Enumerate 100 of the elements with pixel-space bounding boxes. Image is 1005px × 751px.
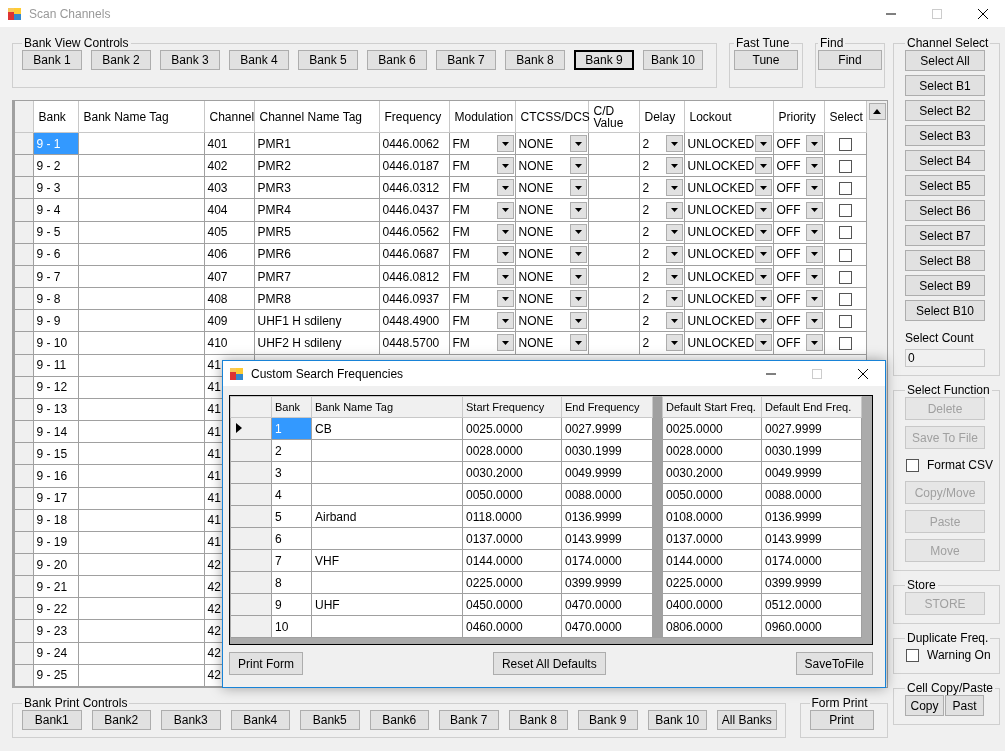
- dropdown-button[interactable]: [569, 157, 587, 175]
- select-button[interactable]: Select B3: [905, 125, 985, 146]
- select-button[interactable]: Select B9: [905, 275, 985, 296]
- column-header[interactable]: Bank: [33, 101, 78, 133]
- dropdown-button[interactable]: [805, 223, 823, 241]
- dropdown-button[interactable]: [665, 334, 683, 352]
- dropdown-button[interactable]: [569, 223, 587, 241]
- copy-paste-button[interactable]: Copy: [905, 695, 944, 716]
- dropdown-button[interactable]: [805, 179, 823, 197]
- dropdown-button[interactable]: [665, 201, 683, 219]
- bank-button[interactable]: Bank 1: [22, 50, 82, 70]
- dropdown-button[interactable]: [496, 157, 514, 175]
- select-button[interactable]: Select B8: [905, 250, 985, 271]
- print-bank-button[interactable]: All Banks: [717, 710, 777, 730]
- dialog-button[interactable]: Reset All Defaults: [492, 652, 606, 675]
- bank-button[interactable]: Bank 5: [298, 50, 358, 70]
- select-button[interactable]: Select B7: [905, 225, 985, 246]
- checkbox[interactable]: [838, 292, 852, 306]
- checkbox[interactable]: [838, 137, 852, 151]
- close-icon[interactable]: [977, 7, 989, 20]
- bank-button[interactable]: Bank 7: [436, 50, 496, 70]
- dropdown-button[interactable]: [496, 334, 514, 352]
- dropdown-button[interactable]: [569, 312, 587, 330]
- dropdown-button[interactable]: [665, 312, 683, 330]
- find-button[interactable]: Find: [818, 50, 882, 70]
- select-button[interactable]: Select B2: [905, 100, 985, 121]
- dropdown-button[interactable]: [665, 135, 683, 153]
- dropdown-button[interactable]: [569, 290, 587, 308]
- select-button[interactable]: Select All: [905, 50, 985, 71]
- column-header[interactable]: Default Start Freq.: [662, 396, 762, 418]
- checkbox[interactable]: [838, 159, 852, 173]
- print-bank-button[interactable]: Bank6: [369, 710, 429, 730]
- select-button[interactable]: Select B1: [905, 75, 985, 96]
- column-header[interactable]: Start Frequency: [462, 396, 562, 418]
- dropdown-button[interactable]: [805, 334, 823, 352]
- copy-paste-button[interactable]: Past: [945, 695, 984, 716]
- checkbox[interactable]: [906, 648, 919, 662]
- print-bank-button[interactable]: Bank 9: [578, 710, 638, 730]
- column-header[interactable]: Modulation: [449, 101, 515, 133]
- checkbox[interactable]: [838, 337, 852, 351]
- column-header[interactable]: Bank Name Tag: [311, 396, 463, 418]
- dropdown-button[interactable]: [805, 157, 823, 175]
- dropdown-button[interactable]: [805, 312, 823, 330]
- print-bank-button[interactable]: Bank5: [300, 710, 360, 730]
- column-header[interactable]: Bank: [271, 396, 312, 418]
- column-header[interactable]: Priority: [773, 101, 824, 133]
- column-header[interactable]: Select: [824, 101, 866, 133]
- column-header[interactable]: C/D Value: [588, 101, 639, 133]
- dropdown-button[interactable]: [754, 312, 772, 330]
- dropdown-button[interactable]: [665, 268, 683, 285]
- column-header[interactable]: Channel: [204, 101, 254, 133]
- checkbox[interactable]: [838, 204, 852, 218]
- dropdown-button[interactable]: [805, 268, 823, 285]
- checkbox[interactable]: [838, 315, 852, 328]
- checkbox[interactable]: [838, 248, 852, 262]
- tune-button[interactable]: Tune: [734, 50, 798, 70]
- close-icon[interactable]: [857, 367, 869, 380]
- print-button[interactable]: Print: [809, 710, 874, 730]
- dropdown-button[interactable]: [496, 312, 514, 330]
- select-button[interactable]: Select B5: [905, 175, 985, 196]
- count-field[interactable]: 0: [905, 349, 985, 367]
- select-button[interactable]: Select B6: [905, 200, 985, 221]
- column-header[interactable]: Channel Name Tag: [254, 101, 379, 133]
- column-header[interactable]: End Frequency: [561, 396, 653, 418]
- dropdown-button[interactable]: [569, 201, 587, 219]
- dropdown-button[interactable]: [754, 334, 772, 352]
- print-bank-button[interactable]: Bank 8: [508, 710, 568, 730]
- print-bank-button[interactable]: Bank 7: [439, 710, 499, 730]
- dropdown-button[interactable]: [569, 334, 587, 352]
- dropdown-button[interactable]: [496, 201, 514, 219]
- dropdown-button[interactable]: [569, 268, 587, 285]
- print-bank-button[interactable]: Bank4: [230, 710, 290, 730]
- dropdown-button[interactable]: [754, 290, 772, 308]
- column-header[interactable]: Frequency: [379, 101, 449, 133]
- dropdown-button[interactable]: [569, 245, 587, 263]
- dropdown-button[interactable]: [496, 268, 514, 285]
- checkbox[interactable]: [838, 182, 852, 196]
- dropdown-button[interactable]: [569, 179, 587, 197]
- bank-button[interactable]: Bank 8: [505, 50, 565, 70]
- print-bank-button[interactable]: Bank2: [91, 710, 151, 730]
- dropdown-button[interactable]: [754, 179, 772, 197]
- dropdown-button[interactable]: [569, 135, 587, 153]
- dialog-button[interactable]: Print Form: [229, 652, 303, 675]
- print-bank-button[interactable]: Bank1: [22, 710, 82, 730]
- bank-button[interactable]: Bank 6: [367, 50, 427, 70]
- column-header[interactable]: Bank Name Tag: [78, 101, 204, 133]
- dropdown-button[interactable]: [496, 179, 514, 197]
- dropdown-button[interactable]: [665, 157, 683, 175]
- dropdown-button[interactable]: [496, 290, 514, 308]
- column-header[interactable]: Delay: [639, 101, 684, 133]
- checkbox[interactable]: [838, 226, 852, 240]
- dropdown-button[interactable]: [805, 135, 823, 153]
- column-header[interactable]: Lockout: [684, 101, 773, 133]
- checkbox[interactable]: [838, 270, 852, 284]
- dialog-button[interactable]: SaveToFile: [795, 652, 873, 675]
- column-header[interactable]: Default End Freq.: [761, 396, 862, 418]
- dropdown-button[interactable]: [665, 223, 683, 241]
- dropdown-button[interactable]: [665, 245, 683, 263]
- dropdown-button[interactable]: [496, 135, 514, 153]
- dropdown-button[interactable]: [496, 245, 514, 263]
